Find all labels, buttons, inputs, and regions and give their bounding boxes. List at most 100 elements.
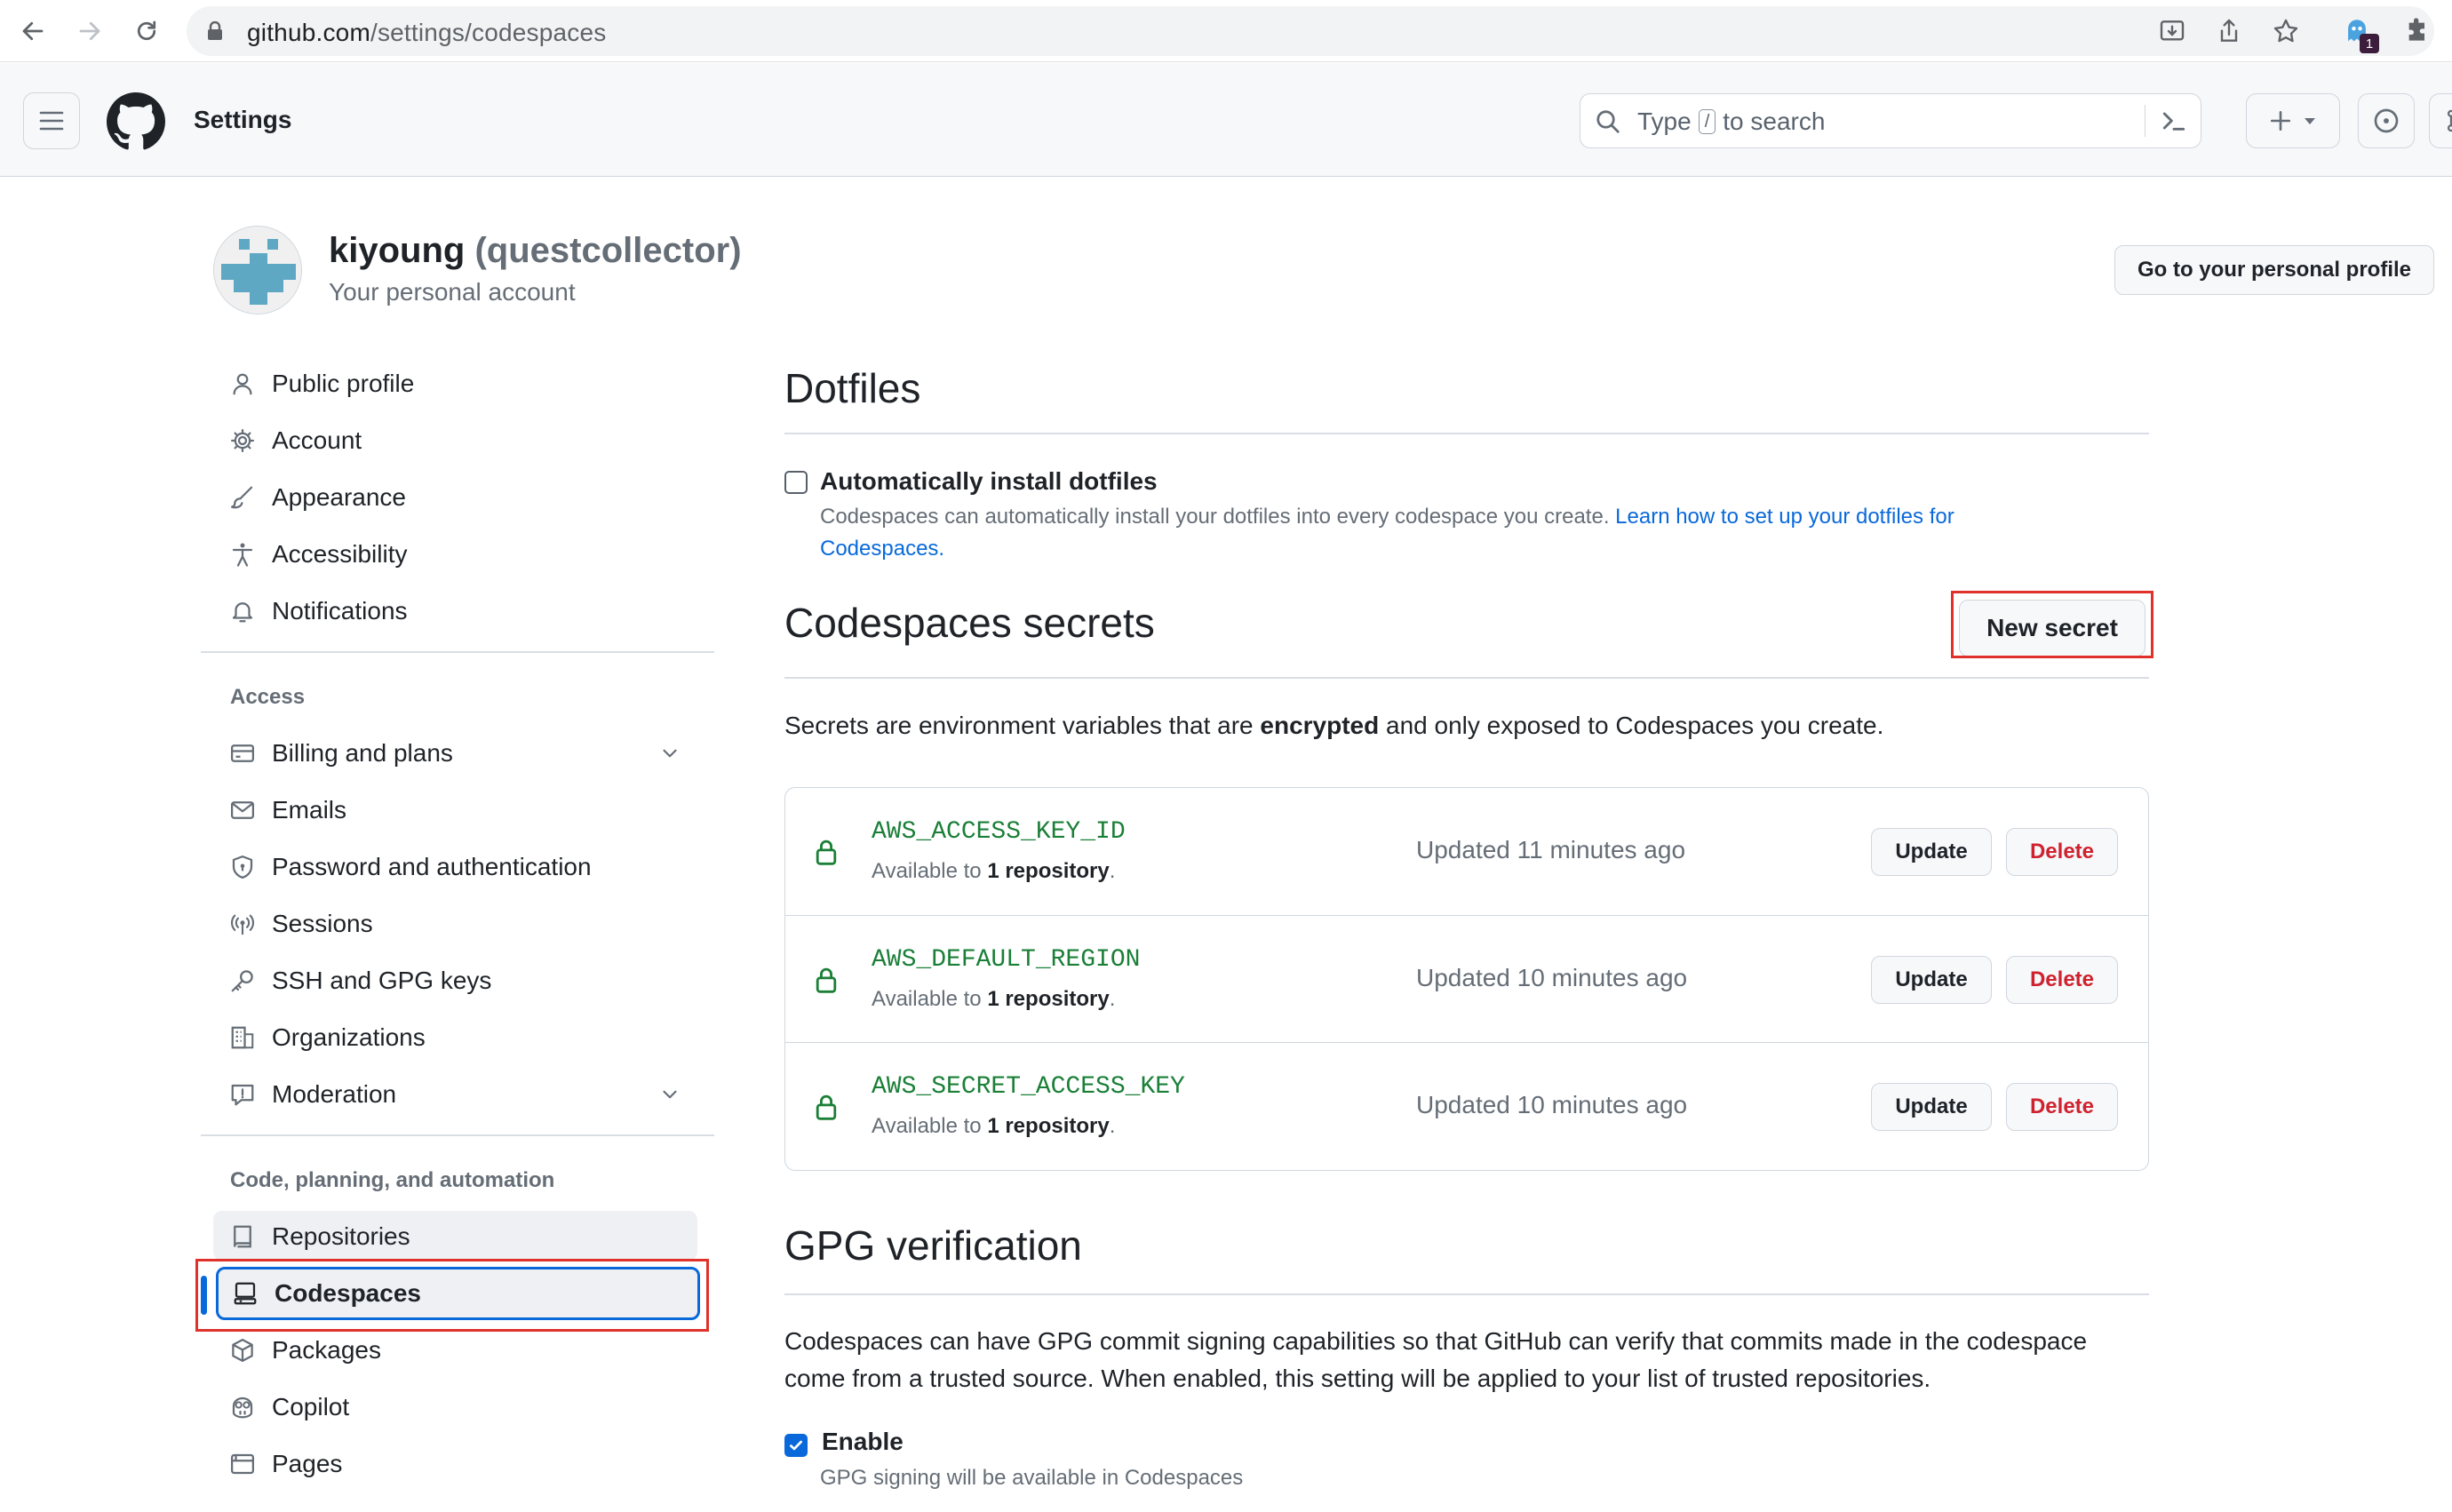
sidebar-item-label: Packages [272,1336,381,1364]
issues-button[interactable] [2358,93,2415,148]
secrets-description-post: and only exposed to Codespaces you creat… [1386,712,1884,739]
delete-secret-button[interactable]: Delete [2006,1083,2118,1131]
url-text: github.com/settings/codespaces [247,19,606,47]
update-secret-button[interactable]: Update [1871,1083,1992,1131]
secret-row: AWS_SECRET_ACCESS_KEY Available to 1 rep… [785,1042,2148,1169]
back-button[interactable] [14,12,52,50]
secret-availability-prefix: Available to [872,1114,982,1138]
sidebar-item-account[interactable]: Account [213,415,697,465]
profile-display-name[interactable]: kiyoung [329,231,465,270]
sidebar-item-copilot[interactable]: Copilot [213,1381,697,1431]
puzzle-icon [2408,18,2424,41]
menu-button[interactable] [23,92,80,149]
sidebar-item-notifications[interactable]: Notifications [213,585,697,635]
bookmark-button[interactable] [2267,12,2305,50]
gpg-title: GPG verification [784,1222,1082,1269]
dotfiles-checkbox[interactable] [784,471,808,494]
sidebar-item-sessions[interactable]: Sessions [213,898,697,948]
gpg-enable-label[interactable]: Enable [822,1428,904,1456]
share-icon [2220,19,2238,42]
update-secret-button[interactable]: Update [1871,828,1992,876]
git-pull-request-icon [2447,109,2452,132]
dotfiles-learn-link[interactable]: Learn how to set up your dotfiles for [1615,505,1954,529]
search-shortcut-key: / [1698,109,1716,134]
go-to-profile-button[interactable]: Go to your personal profile [2114,245,2434,295]
address-bar[interactable]: github.com/settings/codespaces [187,6,2434,56]
secret-name: AWS_SECRET_ACCESS_KEY [872,1073,1185,1101]
search-placeholder-prefix: Type [1637,107,1692,135]
gpg-help-text: GPG signing will be available in Codespa… [820,1466,1244,1490]
sidebar-item-label: Password and authentication [272,853,592,880]
secret-repo-count: 1 repository [987,987,1110,1011]
github-logo[interactable] [107,92,165,151]
search-input[interactable]: Type / to search [1580,93,2201,148]
gpg-description: Codespaces can have GPG commit signing c… [784,1323,2170,1397]
caret-down-icon [2305,118,2315,124]
extensions-menu-button[interactable] [2399,12,2436,50]
sidebar-item-public-profile[interactable]: Public profile [213,358,697,408]
sidebar-item-label: Organizations [272,1023,426,1051]
dotfiles-title: Dotfiles [784,365,921,411]
sidebar-item-organizations[interactable]: Organizations [213,1012,697,1062]
secrets-description-bold: encrypted [1260,712,1380,739]
sidebar-item-label: Billing and plans [272,739,453,767]
profile-login[interactable]: (questcollector) [474,231,741,270]
arrow-right-icon [79,21,100,41]
extension-button[interactable]: 1 [2338,12,2379,53]
sidebar-item-appearance[interactable]: Appearance [213,472,697,521]
sidebar-item-moderation[interactable]: Moderation [213,1069,697,1118]
gpg-description-line2: come from a trusted source. When enabled… [784,1365,1931,1392]
reload-button[interactable] [128,12,165,50]
lock-icon [816,1094,837,1120]
lock-icon [208,21,222,40]
install-icon [2160,20,2185,41]
sidebar-item-label: Public profile [272,370,415,397]
share-button[interactable] [2210,12,2248,50]
sidebar-item-label: Appearance [272,483,407,511]
dotfiles-learn-link-cont[interactable]: Codespaces. [820,537,944,561]
secret-availability-suffix: . [1109,987,1116,1011]
secret-repo-count: 1 repository [987,859,1110,883]
sidebar-item-billing[interactable]: Billing and plans [213,728,697,777]
secret-availability: Available to 1 repository. [872,859,1115,884]
sidebar-item-accessibility[interactable]: Accessibility [213,529,697,578]
bell-icon [232,602,253,623]
sidebar-item-label: Sessions [272,910,373,937]
secret-updated-time: Updated 11 minutes ago [1416,836,1686,863]
create-new-button[interactable] [2246,93,2340,148]
url-host: github.com [247,19,370,46]
sidebar-item-password-authentication[interactable]: Password and authentication [213,841,697,891]
delete-secret-button[interactable]: Delete [2006,828,2118,876]
profile-name: kiyoung (questcollector) [329,231,742,271]
highlight-box-codespaces [195,1259,709,1332]
broadcast-icon [231,914,254,935]
sidebar-item-packages[interactable]: Packages [213,1325,697,1374]
identicon-icon [214,227,301,314]
key-icon [231,970,253,992]
sidebar-item-pages[interactable]: Pages [213,1438,697,1488]
github-header: Settings Type / to search [0,63,2452,177]
secret-name: AWS_ACCESS_KEY_ID [872,818,1126,846]
sidebar-item-repositories[interactable]: Repositories [213,1211,697,1261]
delete-secret-button[interactable]: Delete [2006,956,2118,1004]
install-app-button[interactable] [2153,12,2191,50]
sidebar-item-ssh-gpg-keys[interactable]: SSH and GPG keys [213,955,697,1005]
report-icon [231,1084,254,1106]
gpg-enable-checkbox[interactable] [784,1434,808,1457]
update-secret-button[interactable]: Update [1871,956,1992,1004]
command-palette-icon[interactable] [2160,107,2188,135]
forward-button[interactable] [71,12,108,50]
secret-availability-prefix: Available to [872,859,982,883]
secret-availability-suffix: . [1109,859,1116,883]
secret-repo-count: 1 repository [987,1114,1110,1138]
search-placeholder-suffix: to search [1723,107,1826,135]
sidebar-item-label: Pages [272,1450,343,1477]
sidebar-item-emails[interactable]: Emails [213,784,697,834]
dotfiles-checkbox-label[interactable]: Automatically install dotfiles [820,467,1158,496]
arrow-left-icon [22,21,44,41]
pull-requests-button[interactable] [2429,93,2452,148]
chevron-down-icon [663,1090,677,1099]
sidebar-heading-access: Access [230,685,306,709]
package-icon [232,1339,253,1362]
gpg-description-line1: Codespaces can have GPG commit signing c… [784,1327,2088,1355]
